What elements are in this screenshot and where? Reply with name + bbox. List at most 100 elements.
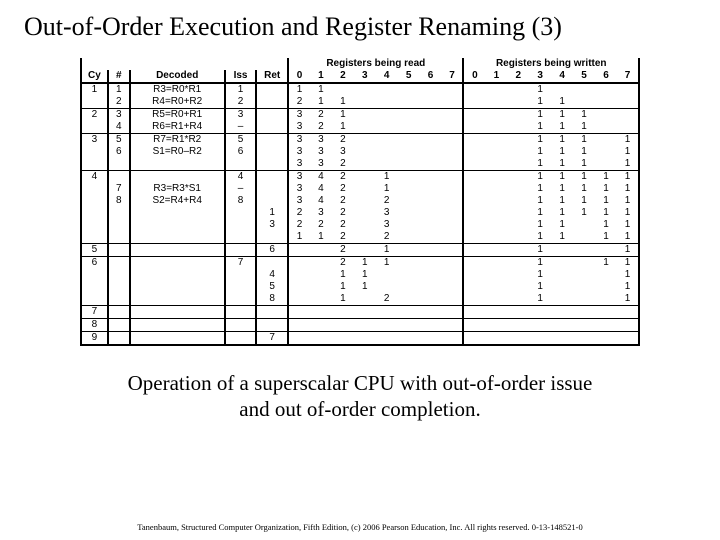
cell-ret <box>256 158 288 171</box>
cell-wr1 <box>485 257 507 270</box>
cell-rd3: 1 <box>354 257 376 270</box>
cell-wr2 <box>507 281 529 293</box>
table-row: 1232311111 <box>81 207 639 219</box>
cell-wr3: 1 <box>529 231 551 244</box>
cell-rd1 <box>310 257 332 270</box>
cell-rd7 <box>442 306 464 319</box>
cell-num: 8 <box>108 195 130 207</box>
cell-rd0: 1 <box>288 83 310 96</box>
cell-rd2: 2 <box>332 195 354 207</box>
cell-rd7 <box>442 146 464 158</box>
cell-rd0: 2 <box>288 219 310 231</box>
cell-rd1 <box>310 332 332 346</box>
wr1: 1 <box>485 70 507 83</box>
table-row: 41111 <box>81 269 639 281</box>
cell-wr0 <box>463 281 485 293</box>
cell-wr3: 1 <box>529 83 551 96</box>
cell-rd7 <box>442 231 464 244</box>
cell-wr2 <box>507 257 529 270</box>
cell-rd3 <box>354 332 376 346</box>
cell-rd7 <box>442 96 464 109</box>
table-row: 97 <box>81 332 639 346</box>
cell-ret: 7 <box>256 332 288 346</box>
cell-ret <box>256 146 288 158</box>
cell-rd3 <box>354 134 376 147</box>
cell-rd7 <box>442 281 464 293</box>
cell-wr0 <box>463 96 485 109</box>
cell-wr7 <box>617 306 639 319</box>
rd2: 2 <box>332 70 354 83</box>
cell-rd4 <box>376 121 398 134</box>
cell-rd2: 2 <box>332 183 354 195</box>
cell-wr2 <box>507 96 529 109</box>
cell-iss <box>225 319 257 332</box>
cell-rd4 <box>376 146 398 158</box>
cell-rd6 <box>420 195 442 207</box>
cell-wr5: 1 <box>573 158 595 171</box>
cell-rd2: 1 <box>332 281 354 293</box>
cell-ret <box>256 231 288 244</box>
cell-wr4: 1 <box>551 231 573 244</box>
cell-wr1 <box>485 134 507 147</box>
cell-rd4: 1 <box>376 183 398 195</box>
cell-rd4: 3 <box>376 207 398 219</box>
cell-rd2: 1 <box>332 121 354 134</box>
cell-wr7: 1 <box>617 231 639 244</box>
cell-rd3 <box>354 158 376 171</box>
cell-rd4 <box>376 158 398 171</box>
cell-wr6 <box>595 121 617 134</box>
cell-wr7: 1 <box>617 171 639 184</box>
cell-wr3: 1 <box>529 96 551 109</box>
cell-rd6 <box>420 293 442 306</box>
cell-num <box>108 269 130 281</box>
cell-wr7 <box>617 121 639 134</box>
cell-rd4 <box>376 109 398 122</box>
cell-rd0: 3 <box>288 121 310 134</box>
table-row: 4R6=R1+R4–321111 <box>81 121 639 134</box>
cell-rd4 <box>376 319 398 332</box>
table-row: 7 <box>81 306 639 319</box>
cell-wr5 <box>573 83 595 96</box>
cell-decoded <box>130 257 225 270</box>
cell-rd3 <box>354 183 376 195</box>
cell-rd5 <box>398 96 420 109</box>
cell-wr4 <box>551 306 573 319</box>
cell-rd0 <box>288 257 310 270</box>
rd0: 0 <box>288 70 310 83</box>
cell-decoded <box>130 332 225 346</box>
cell-wr4 <box>551 244 573 257</box>
cell-iss <box>225 219 257 231</box>
cell-rd2: 2 <box>332 134 354 147</box>
cell-wr3: 1 <box>529 257 551 270</box>
cell-ret <box>256 109 288 122</box>
cell-wr7: 1 <box>617 183 639 195</box>
cell-rd1 <box>310 293 332 306</box>
cell-decoded: R3=R0*R1 <box>130 83 225 96</box>
cell-rd2 <box>332 306 354 319</box>
cell-wr6: 1 <box>595 231 617 244</box>
table-row: 6S1=R0–R263331111 <box>81 146 639 158</box>
cell-rd0: 3 <box>288 183 310 195</box>
cell-wr7: 1 <box>617 293 639 306</box>
cell-wr4: 1 <box>551 219 573 231</box>
cell-wr2 <box>507 269 529 281</box>
figure-caption: Operation of a superscalar CPU with out-… <box>0 370 720 422</box>
cell-rd1: 3 <box>310 146 332 158</box>
cell-wr0 <box>463 183 485 195</box>
cell-rd0: 3 <box>288 134 310 147</box>
cell-wr6 <box>595 134 617 147</box>
cell-iss: 2 <box>225 96 257 109</box>
cell-wr6 <box>595 281 617 293</box>
cell-wr0 <box>463 83 485 96</box>
cell-wr6: 1 <box>595 195 617 207</box>
cell-rd6 <box>420 83 442 96</box>
cell-decoded: R5=R0+R1 <box>130 109 225 122</box>
cell-decoded: S2=R4+R4 <box>130 195 225 207</box>
cell-rd0 <box>288 332 310 346</box>
cell-wr0 <box>463 219 485 231</box>
cell-num <box>108 207 130 219</box>
cell-wr7: 1 <box>617 207 639 219</box>
cell-decoded <box>130 207 225 219</box>
cell-rd1: 4 <box>310 195 332 207</box>
cell-wr0 <box>463 195 485 207</box>
